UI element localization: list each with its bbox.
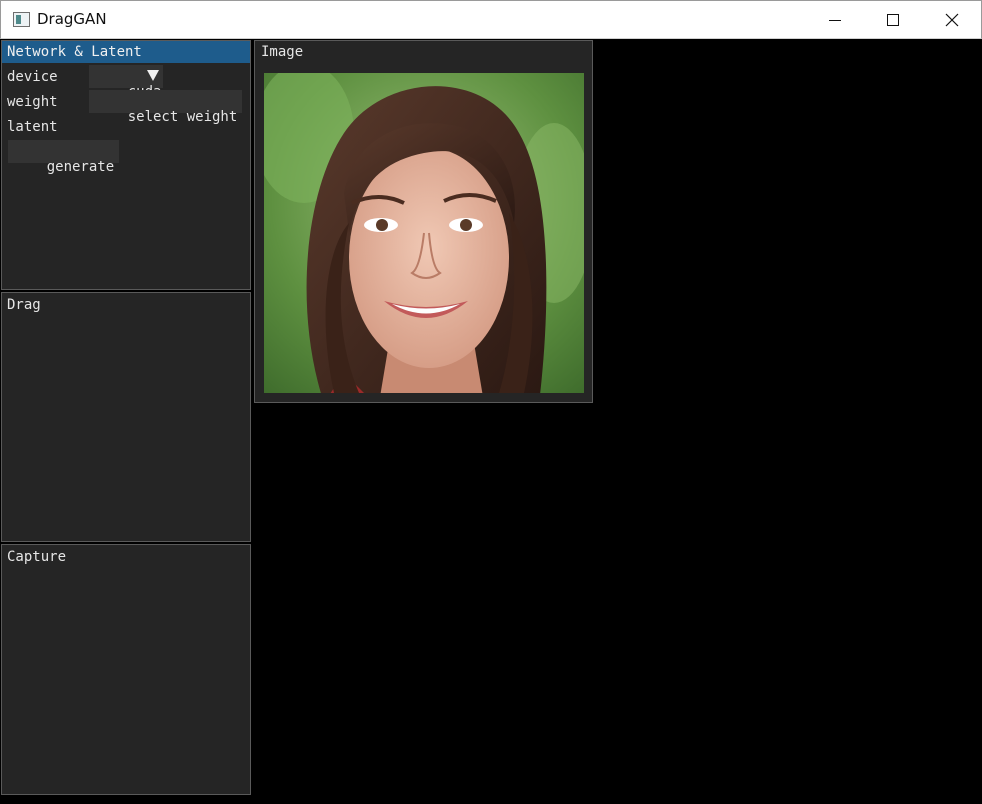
close-button[interactable] — [923, 1, 981, 39]
image-panel: Image — [254, 40, 593, 403]
maximize-button[interactable] — [864, 1, 922, 39]
device-label: device — [7, 69, 58, 85]
image-panel-title: Image — [261, 44, 304, 60]
maximize-icon — [887, 14, 899, 26]
capture-panel: Capture — [1, 544, 251, 795]
window-title: DragGAN — [37, 10, 107, 28]
dropdown-arrow-icon — [147, 70, 159, 81]
generate-button[interactable]: generate — [8, 140, 120, 175]
generate-label: generate — [46, 159, 115, 175]
network-latent-title: Network & Latent — [7, 44, 142, 60]
window-titlebar[interactable]: DragGAN — [0, 0, 982, 39]
network-latent-header[interactable]: Network & Latent — [2, 41, 250, 63]
drag-panel-title: Drag — [7, 297, 41, 313]
device-dropdown[interactable]: cuda — [89, 65, 163, 100]
select-weight-label: select weight — [127, 109, 238, 125]
capture-panel-title: Capture — [7, 549, 67, 565]
close-icon — [945, 13, 959, 27]
drag-panel: Drag — [1, 292, 251, 542]
minimize-button[interactable] — [806, 1, 864, 39]
app-icon — [13, 12, 30, 27]
select-weight-button[interactable]: select weight — [89, 90, 243, 125]
face-portrait — [264, 73, 584, 393]
weight-label: weight — [7, 94, 58, 110]
minimize-icon — [829, 20, 841, 21]
network-latent-panel: Network & Latent device cuda weight sele… — [1, 40, 251, 290]
latent-label: latent — [7, 119, 58, 135]
generated-face-image[interactable] — [264, 73, 584, 393]
